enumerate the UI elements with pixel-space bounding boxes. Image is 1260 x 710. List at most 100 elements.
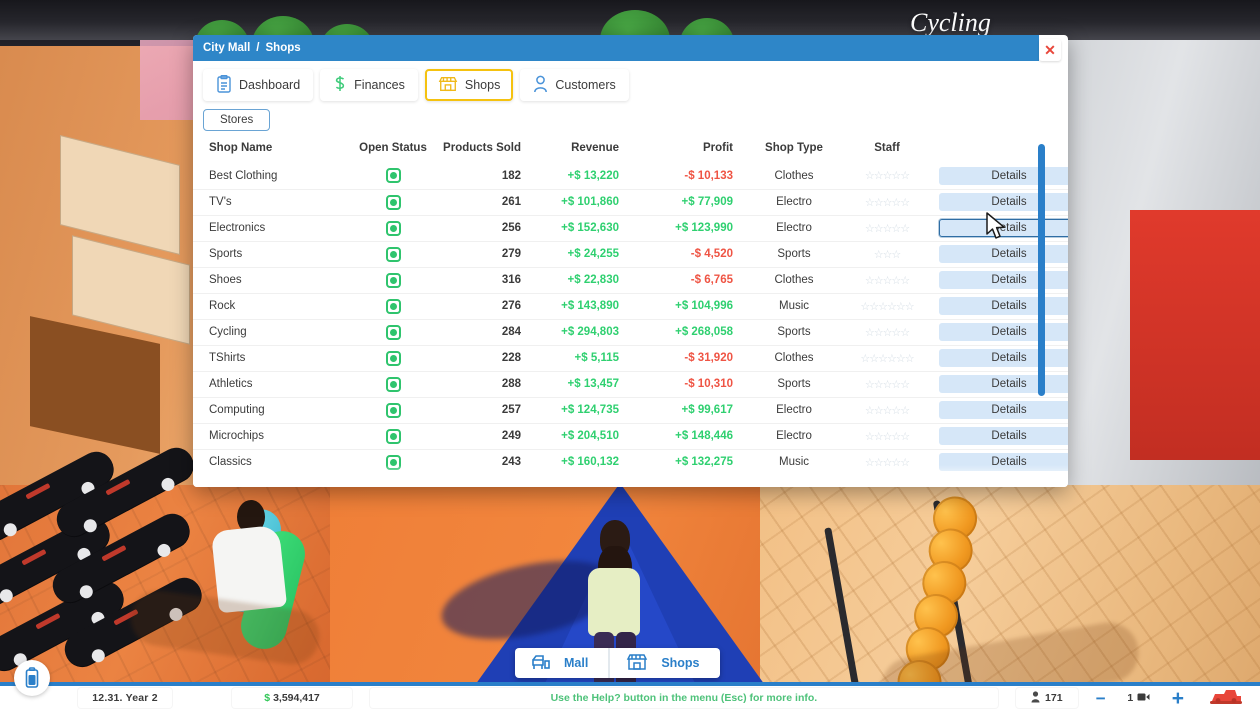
cell-shop-name: Electronics <box>193 215 345 241</box>
star-rating: ☆☆☆☆☆ <box>865 327 909 339</box>
column-header-shop-type[interactable]: Shop Type <box>747 138 841 163</box>
star-rating: ☆☆☆☆☆ <box>865 197 909 209</box>
table-row[interactable]: Classics243+$ 160,132+$ 132,275Music☆☆☆☆… <box>193 449 1068 475</box>
cell-profit: -$ 4,520 <box>637 241 747 267</box>
hint-text: Use the Help? button in the menu (Esc) f… <box>370 688 998 708</box>
scrollbar-thumb[interactable] <box>1038 144 1045 396</box>
details-button[interactable]: Details <box>939 323 1068 341</box>
tab-finances[interactable]: Finances <box>320 69 418 101</box>
cell-open-status <box>345 215 441 241</box>
speed-increase-button[interactable]: + <box>1172 688 1184 709</box>
cell-profit: +$ 99,617 <box>637 397 747 423</box>
cell-details: Details <box>933 189 1068 215</box>
cell-open-status <box>345 423 441 449</box>
storefront-icon <box>438 75 458 96</box>
cell-revenue: +$ 5,115 <box>529 345 637 371</box>
cell-shop-name: Shoes <box>193 267 345 293</box>
column-header-products-sold[interactable]: Products Sold <box>441 138 529 163</box>
table-row[interactable]: Cycling284+$ 294,803+$ 268,058Sports☆☆☆☆… <box>193 319 1068 345</box>
open-status-indicator <box>386 247 401 262</box>
tab-dashboard[interactable]: Dashboard <box>203 69 313 101</box>
details-button[interactable]: Details <box>939 219 1068 237</box>
bottom-hud: 12.31. Year 2 $ 3,594,417 Use the Help? … <box>0 682 1260 710</box>
cell-products-sold: 316 <box>441 267 529 293</box>
cell-details: Details <box>933 449 1068 475</box>
tab-shops[interactable]: Shops <box>425 69 513 101</box>
details-button[interactable]: Details <box>939 245 1068 263</box>
mode-button-mall[interactable]: Mall <box>515 648 608 678</box>
cell-details: Details <box>933 319 1068 345</box>
table-row[interactable]: Sports279+$ 24,255-$ 4,520Sports☆☆☆Detai… <box>193 241 1068 267</box>
speed-decrease-button[interactable]: − <box>1096 690 1106 707</box>
table-scrollbar[interactable] <box>1038 144 1045 487</box>
details-button[interactable]: Details <box>939 193 1068 211</box>
table-row[interactable]: Athletics288+$ 13,457-$ 10,310Sports☆☆☆☆… <box>193 371 1068 397</box>
details-button[interactable]: Details <box>939 375 1068 393</box>
cell-open-status <box>345 163 441 189</box>
details-button[interactable]: Details <box>939 401 1068 419</box>
star-rating: ☆☆☆☆☆☆ <box>860 301 913 313</box>
panel-tabs: Dashboard Finances Shops Cus <box>193 61 1068 101</box>
cell-details: Details <box>933 241 1068 267</box>
cell-profit: -$ 31,920 <box>637 345 747 371</box>
speed-value: 1 <box>1127 692 1133 704</box>
table-row[interactable]: Shoes316+$ 22,830-$ 6,765Clothes☆☆☆☆☆Det… <box>193 267 1068 293</box>
table-row[interactable]: TShirts228+$ 5,115-$ 31,920Clothes☆☆☆☆☆☆… <box>193 345 1068 371</box>
cell-revenue: +$ 24,255 <box>529 241 637 267</box>
cell-profit: +$ 104,996 <box>637 293 747 319</box>
table-row[interactable]: Electronics256+$ 152,630+$ 123,990Electr… <box>193 215 1068 241</box>
column-header-profit[interactable]: Profit <box>637 138 747 163</box>
cell-products-sold: 228 <box>441 345 529 371</box>
cell-products-sold: 261 <box>441 189 529 215</box>
cell-open-status <box>345 293 441 319</box>
cell-revenue: +$ 160,132 <box>529 449 637 475</box>
battery-icon[interactable] <box>14 660 50 696</box>
cell-staff-rating: ☆☆☆☆☆ <box>841 423 933 449</box>
cell-open-status <box>345 449 441 475</box>
cell-staff-rating: ☆☆☆☆☆ <box>841 319 933 345</box>
column-header-shop-name[interactable]: Shop Name <box>193 138 345 163</box>
details-button[interactable]: Details <box>939 271 1068 289</box>
bulldozer-icon[interactable] <box>1210 687 1244 710</box>
subtab-stores[interactable]: Stores <box>203 109 270 131</box>
cell-profit: +$ 123,990 <box>637 215 747 241</box>
money-value: 3,594,417 <box>273 692 320 704</box>
cell-staff-rating: ☆☆☆☆☆ <box>841 163 933 189</box>
view-mode-switch[interactable]: Mall Shops <box>515 648 720 678</box>
table-header: Shop Name Open Status Products Sold Reve… <box>193 138 1068 163</box>
table-row[interactable]: Rock276+$ 143,890+$ 104,996Music☆☆☆☆☆☆De… <box>193 293 1068 319</box>
cell-revenue: +$ 22,830 <box>529 267 637 293</box>
dollar-icon <box>333 75 347 96</box>
person-icon <box>1031 691 1040 706</box>
close-icon[interactable]: ✕ <box>1039 39 1061 61</box>
cell-products-sold: 284 <box>441 319 529 345</box>
details-button[interactable]: Details <box>939 427 1068 445</box>
tab-label-finances: Finances <box>354 78 405 92</box>
cell-shop-name: Rock <box>193 293 345 319</box>
cell-shop-type: Music <box>747 449 841 475</box>
table-row[interactable]: TV's261+$ 101,860+$ 77,909Electro☆☆☆☆☆De… <box>193 189 1068 215</box>
mode-button-shops[interactable]: Shops <box>608 648 719 678</box>
cell-shop-name: Athletics <box>193 371 345 397</box>
cell-revenue: +$ 13,457 <box>529 371 637 397</box>
table-row[interactable]: Computing257+$ 124,735+$ 99,617Electro☆☆… <box>193 397 1068 423</box>
cell-details: Details <box>933 397 1068 423</box>
table-row[interactable]: Best Clothing182+$ 13,220-$ 10,133Clothe… <box>193 163 1068 189</box>
details-button[interactable]: Details <box>939 297 1068 315</box>
table-row[interactable]: Microchips249+$ 204,510+$ 148,446Electro… <box>193 423 1068 449</box>
cell-shop-name: Best Clothing <box>193 163 345 189</box>
column-header-revenue[interactable]: Revenue <box>529 138 637 163</box>
column-header-open-status[interactable]: Open Status <box>345 138 441 163</box>
red-wall <box>1130 210 1260 460</box>
details-button[interactable]: Details <box>939 167 1068 185</box>
star-rating: ☆☆☆☆☆ <box>865 223 909 235</box>
column-header-staff[interactable]: Staff <box>841 138 933 163</box>
tab-customers[interactable]: Customers <box>520 69 628 101</box>
details-button[interactable]: Details <box>939 349 1068 367</box>
breadcrumb-root[interactable]: City Mall <box>203 42 250 54</box>
storefront-icon <box>626 653 648 674</box>
details-button[interactable]: Details <box>939 453 1068 471</box>
cell-open-status <box>345 345 441 371</box>
player-money: $ 3,594,417 <box>232 688 352 708</box>
currency-symbol: $ <box>264 692 270 704</box>
